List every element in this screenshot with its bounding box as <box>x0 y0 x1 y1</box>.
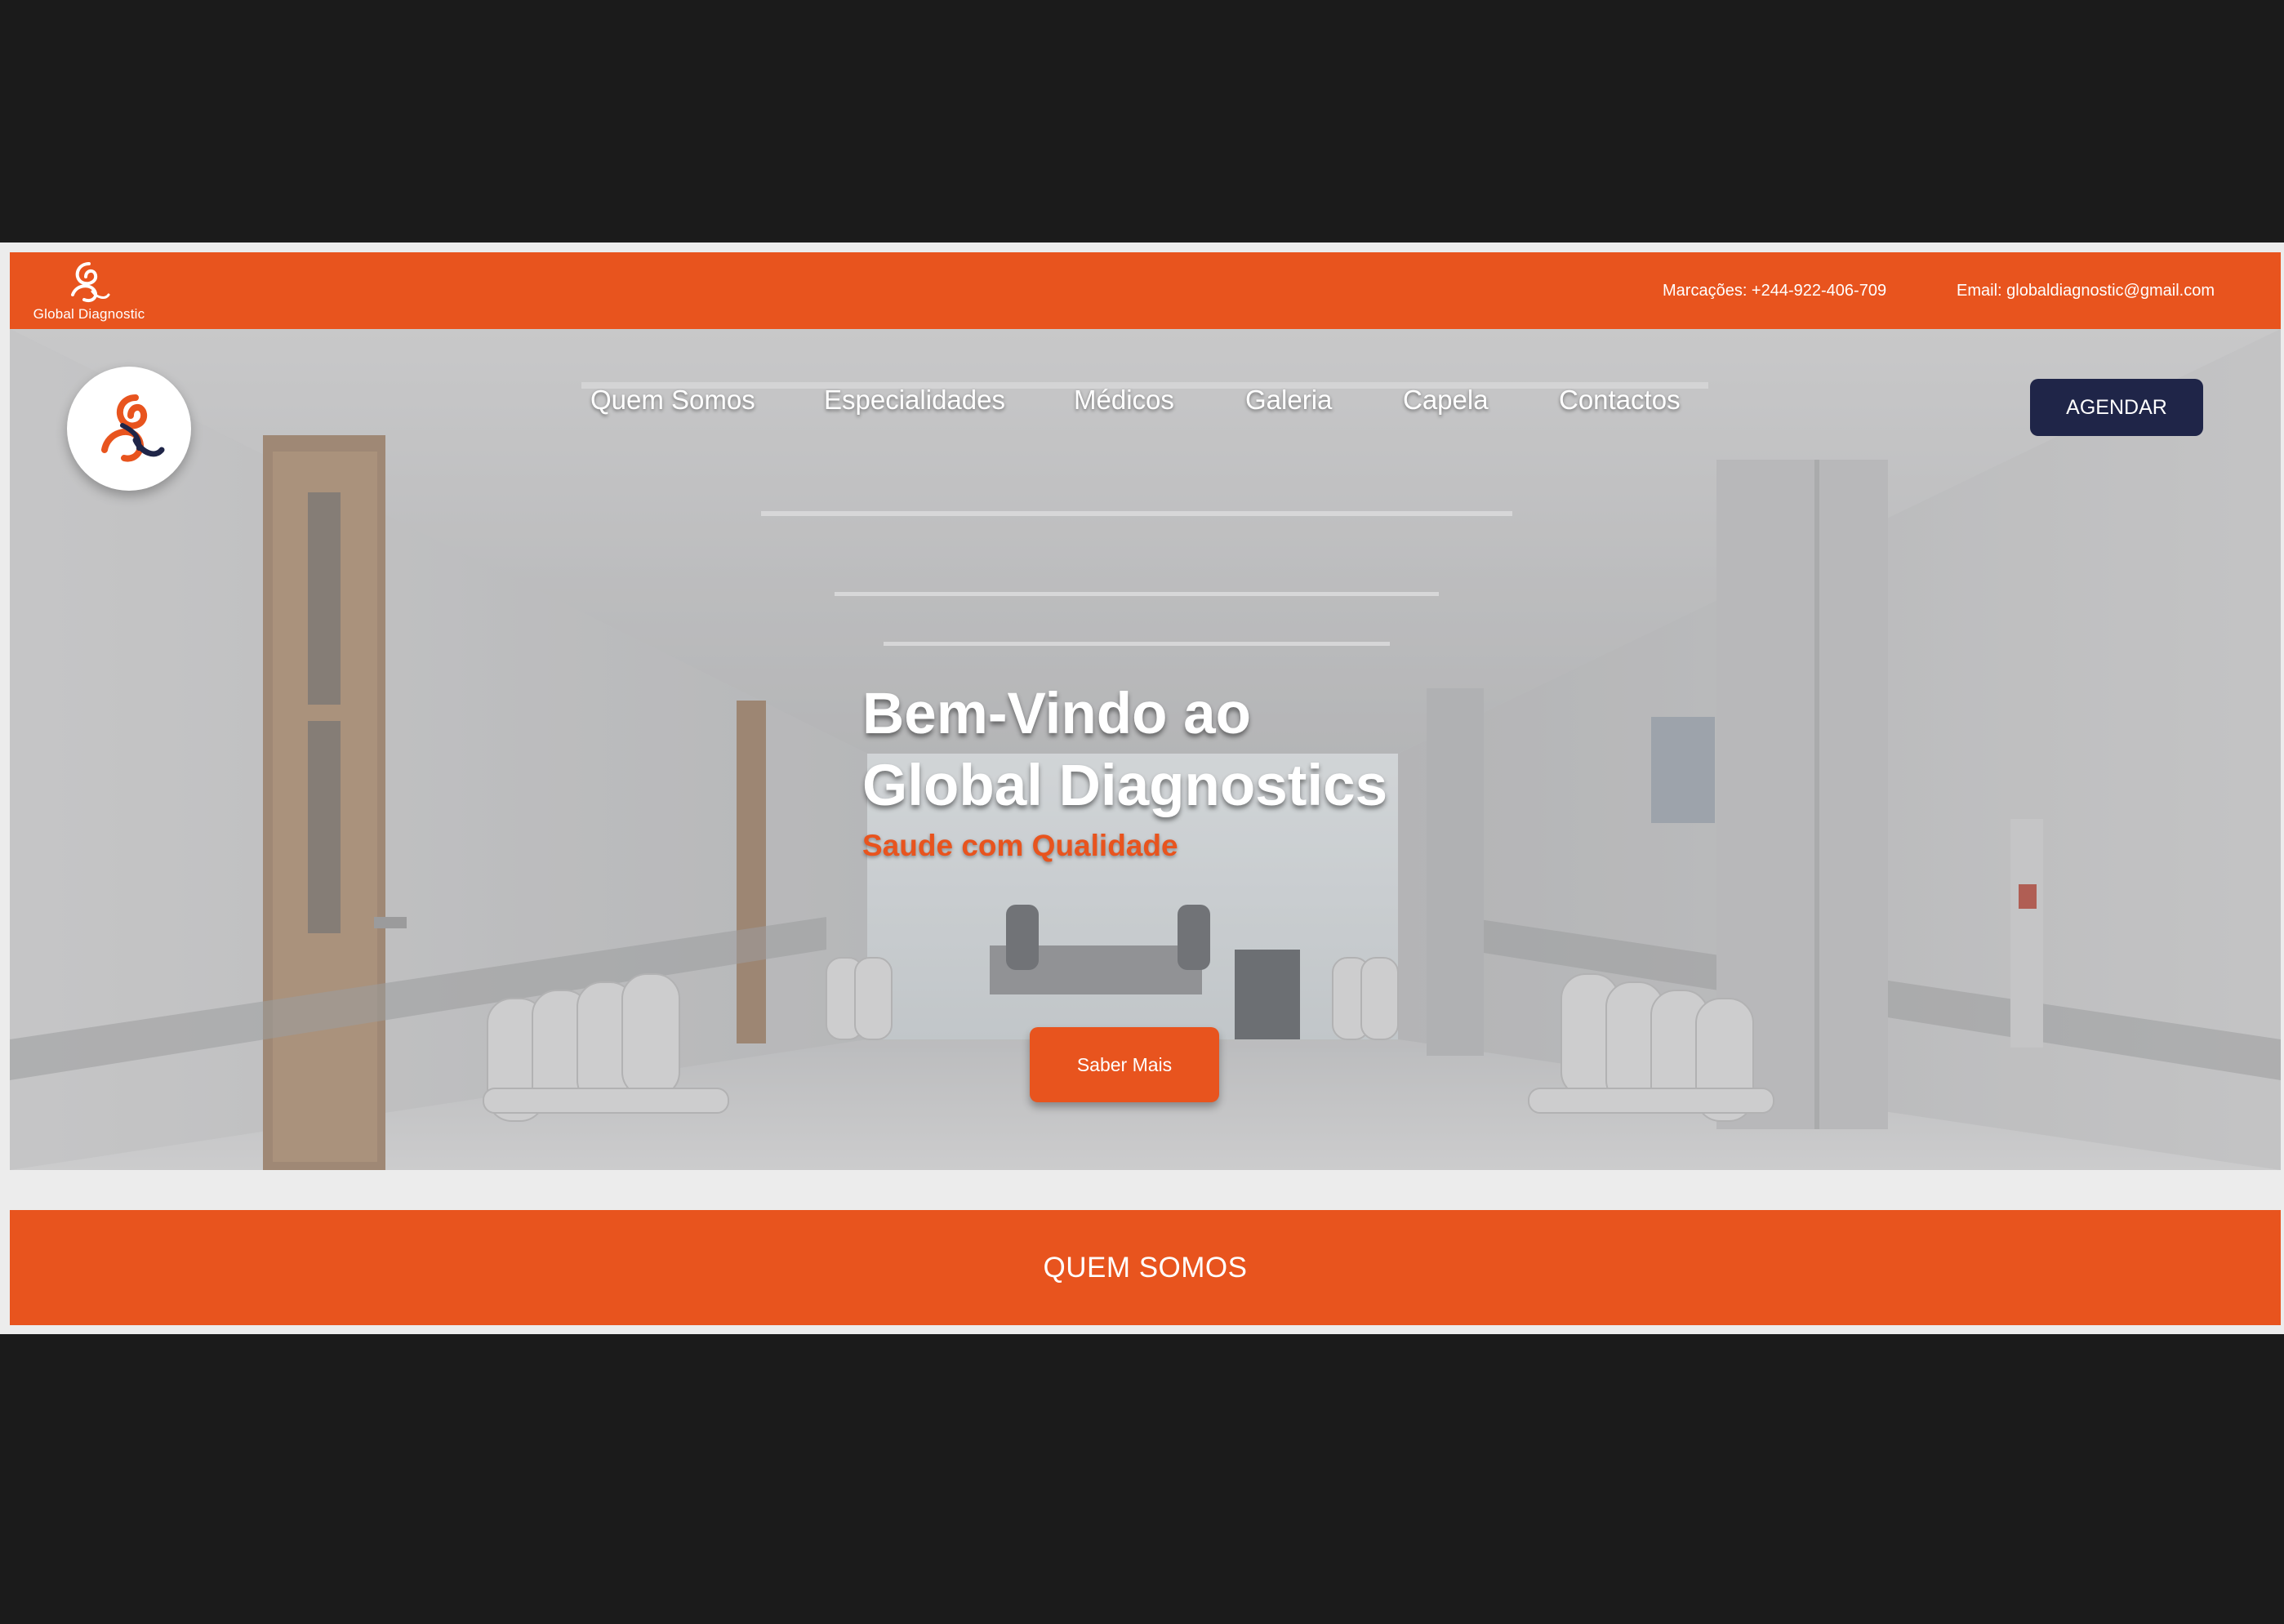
email-contact[interactable]: Email: globaldiagnostic@gmail.com <box>1957 252 2215 329</box>
hero-title-line-1: Bem-Vindo ao <box>862 682 1252 746</box>
nav-item-capela[interactable]: Capela <box>1403 385 1489 416</box>
swirl-logo-icon <box>71 262 110 302</box>
top-contact-bar: Global Diagnostic Marcações: +244-922-40… <box>10 252 2281 329</box>
browser-viewport: Global Diagnostic Marcações: +244-922-40… <box>0 242 2284 1334</box>
swirl-logo-icon <box>101 394 165 462</box>
hero-title-line-2: Global Diagnostics <box>862 754 1388 818</box>
agendar-button[interactable]: AGENDAR <box>2030 379 2203 436</box>
hero-section: Quem Somos Especialidades Médicos Galeri… <box>10 329 2281 1170</box>
nav-item-contactos[interactable]: Contactos <box>1559 385 1681 416</box>
phone-contact[interactable]: Marcações: +244-922-406-709 <box>1663 252 1886 329</box>
hero-title: Bem-Vindo ao Global Diagnostics <box>862 679 1387 822</box>
nav-item-galeria[interactable]: Galeria <box>1245 385 1332 416</box>
nav-item-especialidades[interactable]: Especialidades <box>824 385 1005 416</box>
saber-mais-button[interactable]: Saber Mais <box>1030 1027 1219 1102</box>
header-logo-text: Global Diagnostic <box>33 306 145 322</box>
section-title: QUEM SOMOS <box>1043 1252 1248 1284</box>
quem-somos-section: QUEM SOMOS <box>10 1210 2281 1325</box>
hero-subtitle: Saude com Qualidade <box>862 829 1178 862</box>
site-logo[interactable] <box>67 367 191 491</box>
nav-item-quem-somos[interactable]: Quem Somos <box>590 385 755 416</box>
header-logo[interactable]: Global Diagnostic <box>28 259 150 324</box>
nav-item-medicos[interactable]: Médicos <box>1074 385 1174 416</box>
